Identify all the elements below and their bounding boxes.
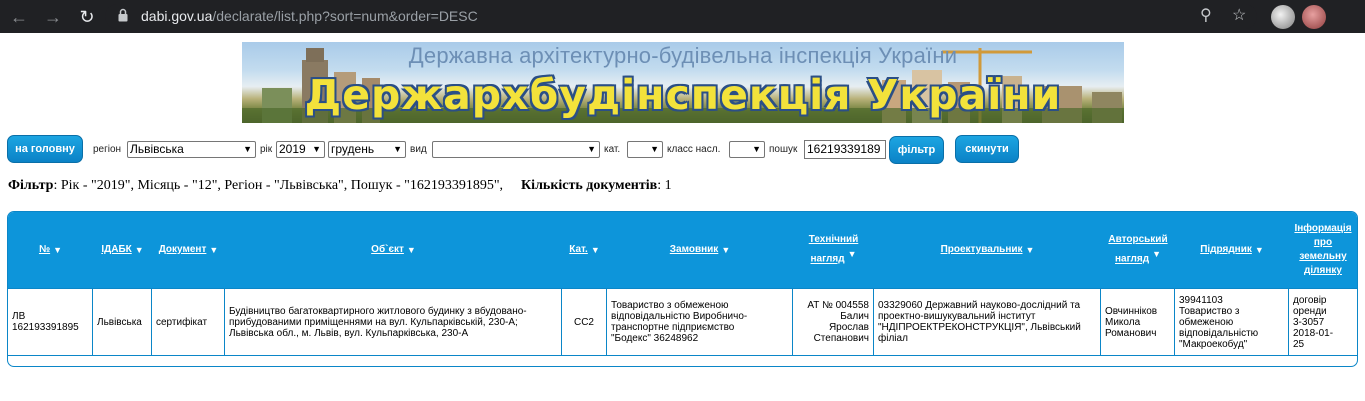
cell-object: Будівництво багатоквартирного житлового … (225, 289, 562, 355)
type-select[interactable]: ▼ (432, 141, 600, 158)
category-select[interactable]: ▼ (627, 141, 663, 158)
cell-document: сертифікат (152, 289, 225, 355)
region-label: регіон (93, 144, 122, 155)
profile-avatar[interactable] (1302, 5, 1326, 29)
sort-arrow-icon[interactable]: ▼ (1026, 243, 1035, 257)
column-header-customer[interactable]: Замовник ▼ (607, 212, 793, 288)
filter-summary-label: Фільтр (8, 178, 54, 193)
sort-arrow-icon[interactable]: ▼ (407, 243, 416, 257)
column-header-document[interactable]: Документ ▼ (152, 212, 225, 288)
reload-icon[interactable]: ↻ (76, 6, 98, 28)
sort-arrow-icon[interactable]: ▼ (1152, 249, 1161, 259)
cell-land-info: договір оренди 3-3057 2018-01- 25 (1293, 294, 1334, 350)
document-count-value: : 1 (657, 178, 672, 193)
cell-category: СС2 (562, 289, 607, 355)
chevron-down-icon: ▼ (393, 144, 402, 154)
class-select[interactable]: ▼ (729, 141, 765, 158)
sort-arrow-icon[interactable]: ▼ (848, 249, 857, 259)
chevron-down-icon: ▼ (752, 144, 761, 154)
type-label: вид (410, 144, 427, 155)
table-row: ЛВ 162193391895 Львівська сертифікат Буді… (8, 288, 1357, 356)
cell-num: ЛВ 162193391895 (8, 289, 93, 355)
sort-arrow-icon[interactable]: ▼ (209, 243, 218, 257)
sort-arrow-icon[interactable]: ▼ (53, 243, 62, 257)
url-path: /declarate/list.php?sort=num&order=DESC (212, 8, 478, 24)
cell-idabk: Львівська (93, 289, 152, 355)
extension-icon[interactable] (1271, 5, 1295, 29)
chevron-down-icon: ▼ (587, 144, 596, 154)
back-arrow-icon[interactable]: ← (8, 6, 30, 28)
cell-designer: 03329060 Державний науково-дослідний та п… (874, 289, 1101, 355)
filter-summary: Фільтр: Рік - "2019", Місяць - "12", Рег… (8, 178, 672, 194)
address-url[interactable]: dabi.gov.ua/declarate/list.php?sort=num&… (141, 8, 478, 24)
month-value: грудень (331, 142, 375, 156)
banner-title: Держархбудінспекція України (304, 71, 1062, 119)
site-banner: Державна архітектурно-будівельна інспекц… (242, 42, 1124, 123)
column-header-contractor[interactable]: Підрядник ▼ (1175, 212, 1289, 288)
url-host: dabi.gov.ua (141, 8, 213, 24)
column-header-land-info[interactable]: Інформація про земельну ділянку (1289, 212, 1357, 288)
cell-customer: Товариство з обмеженою відповідальністю В… (607, 289, 793, 355)
browser-toolbar: ← → ↻ dabi.gov.ua/declarate/list.php?sor… (0, 0, 1365, 33)
column-header-num[interactable]: № ▼ (8, 212, 93, 288)
cell-tech-supervision: АТ № 004558 Балич Ярослав Степанович (793, 289, 874, 355)
class-label: класс насл. (667, 144, 721, 155)
column-header-category[interactable]: Кат. ▼ (562, 212, 607, 288)
reset-button[interactable]: скинути (955, 135, 1019, 163)
forward-arrow-icon[interactable]: → (42, 6, 64, 28)
cell-author-supervision: Овчинніков Микола Романович (1101, 289, 1175, 355)
bookmark-star-icon[interactable]: ☆ (1232, 7, 1246, 25)
column-header-author-supervision[interactable]: Авторський нагляд ▼ (1101, 212, 1175, 288)
chevron-down-icon: ▼ (243, 144, 252, 154)
sort-arrow-icon[interactable]: ▼ (1255, 243, 1264, 257)
column-header-designer[interactable]: Проектувальник ▼ (874, 212, 1101, 288)
sort-arrow-icon[interactable]: ▼ (721, 243, 730, 257)
category-label: кат. (604, 144, 621, 155)
month-select[interactable]: грудень ▼ (328, 141, 406, 158)
cell-contractor: 39941103 Товариство з обмеженою відповідаль… (1175, 289, 1289, 355)
column-header-object[interactable]: Об`єкт ▼ (225, 212, 562, 288)
year-select[interactable]: 2019 ▼ (276, 141, 325, 158)
declarations-table: № ▼ ІДАБК ▼ Документ ▼ Об`єкт ▼ Кат. ▼ Замовн… (7, 211, 1358, 367)
region-select[interactable]: Львівська ▼ (127, 141, 256, 158)
search-label: пошук (769, 144, 798, 155)
home-button[interactable]: на головну (7, 135, 83, 163)
year-label: рік (260, 144, 273, 155)
table-header: № ▼ ІДАБК ▼ Документ ▼ Об`єкт ▼ Кат. ▼ Замовн… (8, 212, 1357, 288)
document-count-label: Кількість документів (521, 178, 658, 193)
filter-summary-text: : Рік - "2019", Місяць - "12", Регіон - … (53, 178, 504, 193)
chevron-down-icon: ▼ (312, 144, 321, 154)
filter-button[interactable]: фільтр (889, 136, 944, 164)
region-value: Львівська (130, 142, 184, 156)
column-header-tech-supervision[interactable]: Технічний нагляд ▼ (793, 212, 874, 288)
year-value: 2019 (279, 142, 306, 156)
sort-arrow-icon[interactable]: ▼ (591, 243, 600, 257)
zoom-icon[interactable]: ⚲ (1200, 7, 1212, 25)
chevron-down-icon: ▼ (650, 144, 659, 154)
sort-arrow-icon[interactable]: ▼ (135, 243, 144, 257)
banner-subtitle: Державна архітектурно-будівельна інспекц… (408, 43, 958, 68)
lock-icon (118, 8, 128, 22)
search-input[interactable]: 16219339189 (804, 140, 886, 159)
column-header-idabk[interactable]: ІДАБК ▼ (93, 212, 152, 288)
